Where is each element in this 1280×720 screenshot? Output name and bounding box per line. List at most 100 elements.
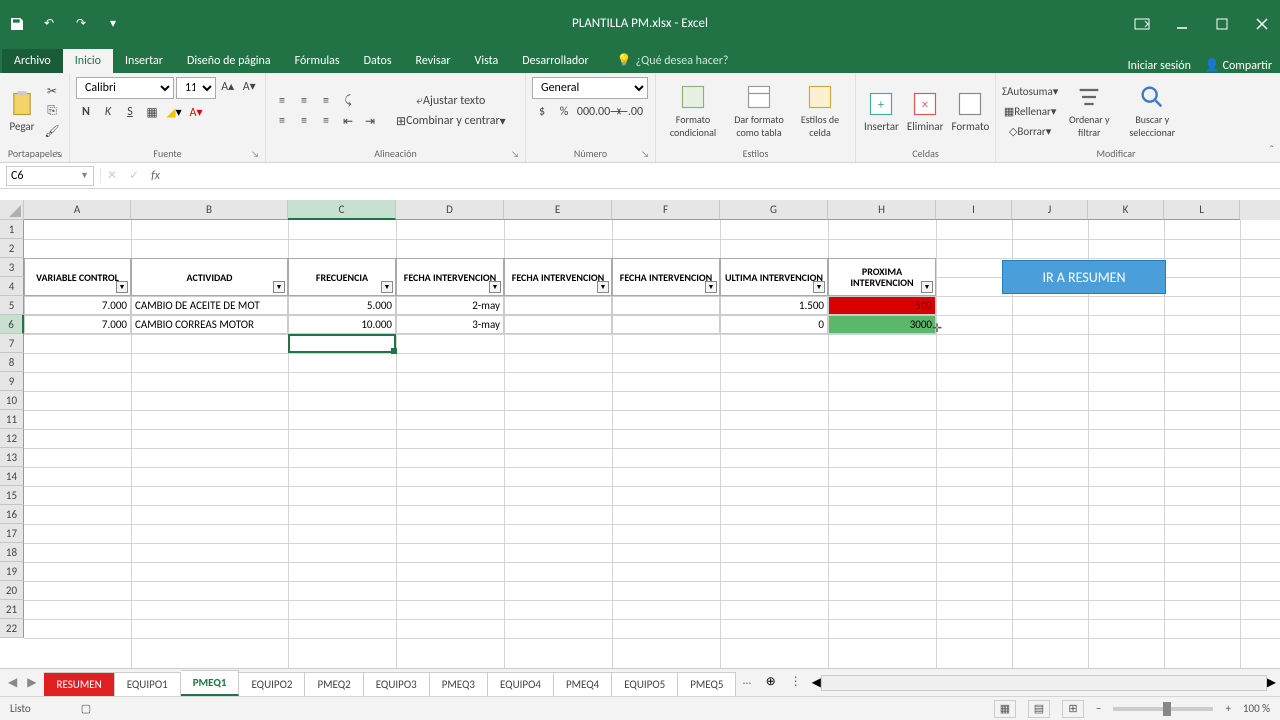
tab-fórmulas[interactable]: Fórmulas <box>283 49 352 73</box>
name-box[interactable]: C6▼ <box>6 166 94 186</box>
cell-H4[interactable]: -500 <box>828 296 936 315</box>
clipboard-launcher-icon[interactable]: ↘ <box>55 149 63 160</box>
row-header-17[interactable]: 17 <box>0 524 24 543</box>
tab-revisar[interactable]: Revisar <box>404 49 463 73</box>
ribbon-display-icon[interactable] <box>1132 14 1152 34</box>
cell-styles-button[interactable]: Estilos de celda <box>794 81 846 141</box>
alignment-launcher-icon[interactable]: ↘ <box>511 149 519 160</box>
col-header-L[interactable]: L <box>1164 200 1240 220</box>
row-header-21[interactable]: 21 <box>0 600 24 619</box>
cell-F4[interactable] <box>612 296 720 315</box>
decrease-indent-icon[interactable]: ⇤ <box>338 112 358 130</box>
row-header-12[interactable]: 12 <box>0 429 24 448</box>
font-launcher-icon[interactable]: ↘ <box>251 149 259 160</box>
fill-button[interactable]: ▦ Rellenar ▾ <box>1002 102 1058 120</box>
cell-B5[interactable]: CAMBIO CORREAS MOTOR <box>131 315 288 334</box>
zoom-slider[interactable] <box>1113 707 1213 711</box>
wrap-text-button[interactable]: ⤶ Ajustar texto <box>390 92 512 110</box>
row-header-13[interactable]: 13 <box>0 448 24 467</box>
percent-icon[interactable]: % <box>554 103 574 121</box>
sort-filter-button[interactable]: Ordenar y filtrar <box>1062 81 1116 141</box>
align-left-icon[interactable]: ≡ <box>272 112 292 130</box>
redo-icon[interactable]: ↷ <box>72 15 90 33</box>
cell-A5[interactable]: 7.000 <box>24 315 131 334</box>
col-header-G[interactable]: G <box>720 200 828 220</box>
font-size-combo[interactable]: 11 <box>176 77 216 99</box>
autosum-button[interactable]: Σ Autosuma ▾ <box>1002 82 1058 100</box>
fill-color-icon[interactable]: ◢▾ <box>164 103 184 121</box>
row-header-9[interactable]: 9 <box>0 372 24 391</box>
bold-button[interactable]: N <box>76 103 96 121</box>
col-header-D[interactable]: D <box>396 200 504 220</box>
sheet-tab-pmeq5[interactable]: PMEQ5 <box>678 672 736 696</box>
increase-font-icon[interactable]: A▴ <box>218 77 238 95</box>
find-select-button[interactable]: Buscar y seleccionar <box>1120 81 1184 141</box>
col-header-I[interactable]: I <box>936 200 1012 220</box>
italic-button[interactable]: K <box>98 103 118 121</box>
col-header-H[interactable]: H <box>828 200 936 220</box>
cell-B4[interactable]: CAMBIO DE ACEITE DE MOT <box>131 296 288 315</box>
row-header-11[interactable]: 11 <box>0 410 24 429</box>
tab-file[interactable]: Archivo <box>2 49 63 73</box>
borders-icon[interactable]: ▦ <box>142 103 162 121</box>
share-button[interactable]: 👤 Compartir <box>1205 58 1272 73</box>
copy-icon[interactable]: ⎘ <box>42 102 62 120</box>
col-header-F[interactable]: F <box>612 200 720 220</box>
row-header-20[interactable]: 20 <box>0 581 24 600</box>
tab-vista[interactable]: Vista <box>463 49 511 73</box>
tab-inicio[interactable]: Inicio <box>63 49 113 73</box>
sheet-tab-pmeq1[interactable]: PMEQ1 <box>181 670 240 696</box>
col-header-J[interactable]: J <box>1012 200 1088 220</box>
sheet-nav-next-icon[interactable]: ▶ <box>27 675 36 690</box>
row-header-16[interactable]: 16 <box>0 505 24 524</box>
cell-H5[interactable]: 3000 <box>828 315 936 334</box>
format-painter-icon[interactable]: 🖌 <box>42 122 62 140</box>
tab-insertar[interactable]: Insertar <box>113 49 175 73</box>
merge-center-button[interactable]: ⊞ Combinar y centrar ▾ <box>390 112 512 130</box>
minimize-icon[interactable] <box>1172 14 1192 34</box>
filter-icon[interactable]: ▼ <box>489 281 501 293</box>
filter-icon[interactable]: ▼ <box>921 281 933 293</box>
filter-icon[interactable]: ▼ <box>381 281 393 293</box>
select-all-corner[interactable] <box>0 200 24 220</box>
col-header-B[interactable]: B <box>131 200 288 220</box>
currency-icon[interactable]: $ <box>532 103 552 121</box>
zoom-out-icon[interactable]: − <box>1096 702 1101 715</box>
row-header-22[interactable]: 22 <box>0 619 24 638</box>
align-center-icon[interactable]: ≡ <box>294 112 314 130</box>
qat-customize-icon[interactable]: ▾ <box>104 15 122 33</box>
ir-a-resumen-button[interactable]: IR A RESUMEN <box>1002 260 1166 294</box>
decrease-font-icon[interactable]: A▾ <box>239 77 259 95</box>
col-header-A[interactable]: A <box>24 200 131 220</box>
underline-button[interactable]: S <box>120 103 140 121</box>
row-header-10[interactable]: 10 <box>0 391 24 410</box>
sheet-tab-equipo4[interactable]: EQUIPO4 <box>488 672 554 696</box>
cancel-formula-icon[interactable]: ✕ <box>107 168 117 183</box>
enter-formula-icon[interactable]: ✓ <box>129 168 139 183</box>
row-header-1[interactable]: 1 <box>0 220 24 239</box>
row-header-7[interactable]: 7 <box>0 334 24 353</box>
row-header-5[interactable]: 5 <box>0 296 24 315</box>
cell-C5[interactable]: 10.000 <box>288 315 396 334</box>
signin-link[interactable]: Iniciar sesión <box>1128 59 1191 73</box>
formula-input[interactable] <box>166 166 1280 186</box>
cell-A4[interactable]: 7.000 <box>24 296 131 315</box>
format-cells-button[interactable]: Formato <box>949 88 991 135</box>
align-middle-icon[interactable]: ≡ <box>294 92 314 110</box>
cell-G5[interactable]: 0 <box>720 315 828 334</box>
tab-diseño-de-página[interactable]: Diseño de página <box>175 49 283 73</box>
filter-icon[interactable]: ▼ <box>116 281 128 293</box>
delete-cells-button[interactable]: ×Eliminar <box>905 88 946 135</box>
tell-me-search[interactable]: 💡 ¿Qué desea hacer? <box>609 48 749 73</box>
insert-cells-button[interactable]: +Insertar <box>862 88 901 135</box>
filter-icon[interactable]: ▼ <box>705 281 717 293</box>
cell-E4[interactable] <box>504 296 612 315</box>
row-header-2[interactable]: 2 <box>0 239 24 258</box>
number-format-combo[interactable]: General <box>532 77 648 99</box>
normal-view-icon[interactable]: ▦ <box>994 700 1016 718</box>
filter-icon[interactable]: ▼ <box>813 281 825 293</box>
row-header-19[interactable]: 19 <box>0 562 24 581</box>
align-bottom-icon[interactable]: ≡ <box>316 92 336 110</box>
clear-button[interactable]: ◇ Borrar ▾ <box>1002 122 1058 140</box>
row-header-8[interactable]: 8 <box>0 353 24 372</box>
